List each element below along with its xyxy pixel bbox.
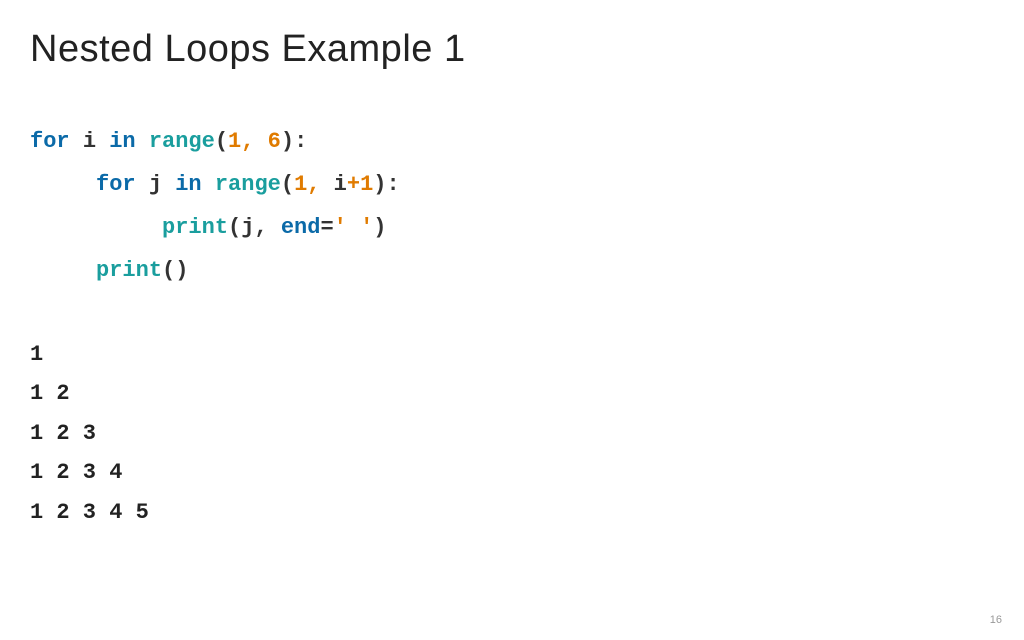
num-1: 1 [228, 129, 241, 154]
comma: , [307, 172, 333, 197]
colon: : [386, 172, 399, 197]
rparen: ) [373, 172, 386, 197]
keyword-for: for [96, 172, 136, 197]
page-number: 16 [990, 614, 1002, 626]
rparen: ) [373, 215, 386, 240]
plus: + [347, 172, 360, 197]
var-i: i [83, 129, 96, 154]
func-print: print [96, 258, 162, 283]
rparen: ) [281, 129, 294, 154]
lparen: ( [228, 215, 241, 240]
output-block: 1 1 2 1 2 3 1 2 3 4 1 2 3 4 5 [30, 335, 994, 533]
lparen: ( [281, 172, 294, 197]
kwarg-end: end [281, 215, 321, 240]
code-block: for i in range(1, 6): for j in range(1, … [30, 121, 994, 293]
func-print: print [162, 215, 228, 240]
string-space: ' ' [334, 215, 374, 240]
keyword-in: in [175, 172, 201, 197]
lparen: ( [162, 258, 175, 283]
rparen: ) [175, 258, 188, 283]
lparen: ( [215, 129, 228, 154]
var-j: j [241, 215, 254, 240]
func-range: range [149, 129, 215, 154]
comma: , [254, 215, 280, 240]
var-i: i [334, 172, 347, 197]
slide-title: Nested Loops Example 1 [30, 28, 994, 71]
comma: , [241, 129, 267, 154]
num-6: 6 [268, 129, 281, 154]
keyword-for: for [30, 129, 70, 154]
num-1: 1 [294, 172, 307, 197]
num-1: 1 [360, 172, 373, 197]
equals: = [320, 215, 333, 240]
func-range: range [215, 172, 281, 197]
keyword-in: in [109, 129, 135, 154]
var-j: j [149, 172, 162, 197]
colon: : [294, 129, 307, 154]
